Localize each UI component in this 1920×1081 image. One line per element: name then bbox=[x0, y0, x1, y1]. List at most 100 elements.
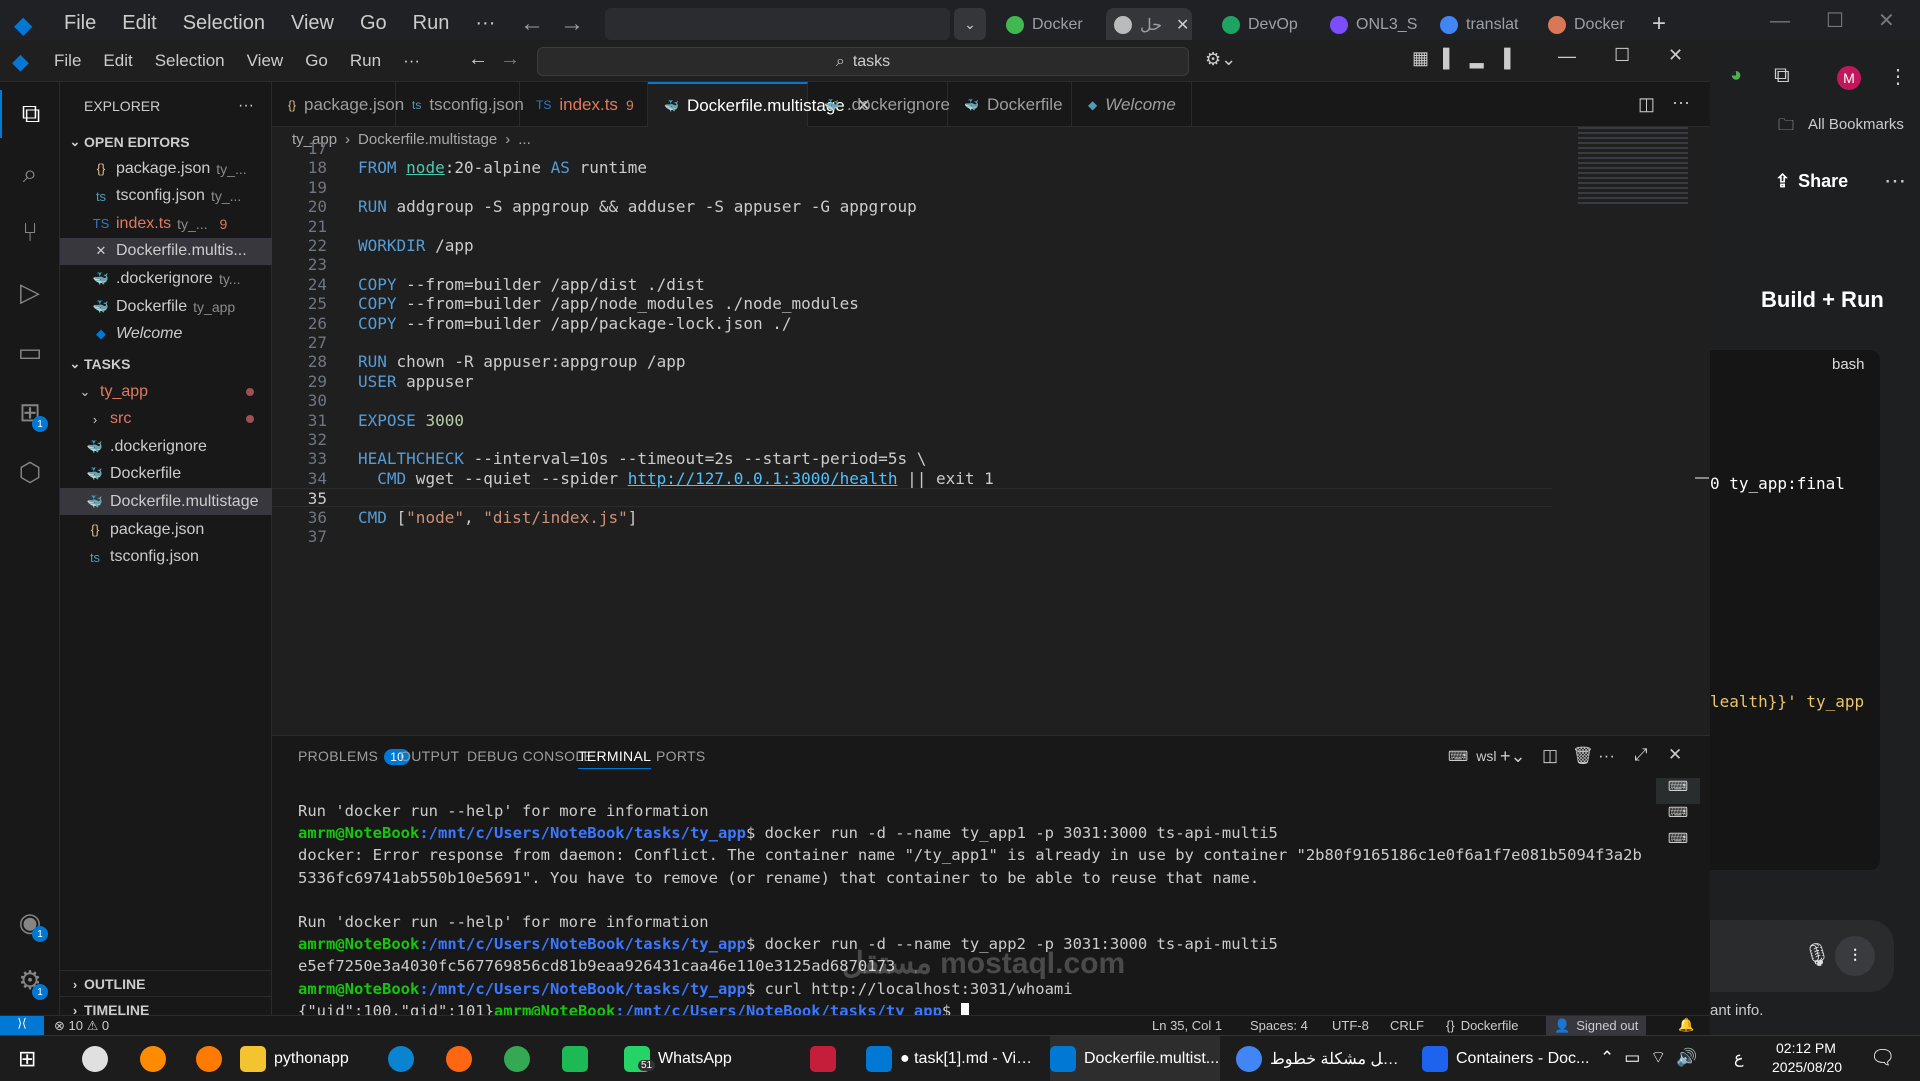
problems-status[interactable]: ⊗ 10 ⚠ 0 bbox=[54, 1018, 109, 1034]
code-editor[interactable]: ty_app › Dockerfile.multistage ›... 17 18 FRO… bbox=[272, 127, 1710, 735]
tab-search-icon[interactable]: ⌄ bbox=[954, 8, 986, 40]
microphone-icon[interactable]: 🎙 bbox=[1803, 942, 1831, 968]
clock-date[interactable]: 2025/08/20 bbox=[1772, 1059, 1842, 1075]
taskbar-app[interactable] bbox=[810, 1036, 836, 1081]
editor-tab[interactable]: 🐳 Dockerfile bbox=[948, 82, 1072, 127]
explorer-more-icon[interactable]: ··· bbox=[238, 97, 254, 115]
taskbar-app[interactable]: حل مشكلة خطوط ... bbox=[1236, 1036, 1406, 1081]
kebab-menu-icon[interactable]: ⋮ bbox=[1888, 64, 1908, 89]
panel-tab[interactable]: TERMINAL bbox=[578, 748, 652, 769]
open-editor-item[interactable]: {} package.json ty_... bbox=[60, 155, 272, 182]
terminal-instance-icon[interactable]: ⌨ bbox=[1656, 830, 1700, 856]
close-panel-icon[interactable]: ✕ bbox=[1668, 745, 1682, 765]
vscode-menu-item[interactable]: Run bbox=[350, 51, 381, 71]
manage-gear-icon[interactable]: ⚙ 1 bbox=[0, 956, 60, 1004]
vscode-menu-item[interactable]: File bbox=[54, 51, 81, 71]
panel-tab[interactable]: PORTS bbox=[656, 748, 705, 764]
open-editor-item[interactable]: TS index.ts ty_... 9 bbox=[60, 210, 272, 237]
browser-menu-item[interactable]: Go bbox=[360, 12, 387, 35]
browser-menu-item[interactable]: View bbox=[291, 12, 334, 35]
accounts-icon[interactable]: ◉ 1 bbox=[0, 898, 60, 946]
nav-forward-icon[interactable]: → bbox=[500, 48, 520, 71]
vscode-menu-item[interactable]: View bbox=[247, 51, 284, 71]
panel-tab[interactable]: PROBLEMS 10 bbox=[298, 748, 411, 765]
run-debug-icon[interactable]: ▷ bbox=[0, 268, 60, 316]
editor-more-icon[interactable]: ··· bbox=[1672, 92, 1690, 113]
split-terminal-icon[interactable]: ◫ bbox=[1542, 746, 1558, 766]
extension-icon[interactable]: ◕ bbox=[1730, 64, 1742, 87]
copilot-icon[interactable]: ⚙⌄ bbox=[1205, 49, 1236, 70]
new-terminal-icon[interactable]: +⌄ bbox=[1500, 746, 1526, 767]
all-bookmarks[interactable]: All Bookmarks bbox=[1808, 116, 1904, 133]
account-status[interactable]: 👤 Signed out bbox=[1546, 1016, 1647, 1036]
panel-more-icon[interactable]: ··· bbox=[1598, 746, 1615, 766]
vscode-menu-item[interactable]: ··· bbox=[403, 51, 420, 71]
browser-menu-item[interactable]: Edit bbox=[122, 12, 156, 35]
open-editors-section[interactable]: ⌄ OPEN EDITORS bbox=[60, 128, 272, 155]
browser-tab[interactable]: ONL3_S bbox=[1330, 8, 1426, 42]
editor-tab[interactable]: ts tsconfig.json bbox=[396, 82, 524, 127]
browser-address-bar[interactable] bbox=[605, 8, 950, 40]
outline-section[interactable]: › OUTLINE bbox=[60, 970, 272, 997]
taskbar-app[interactable] bbox=[446, 1036, 472, 1081]
notifications-icon[interactable]: 🔔 bbox=[1678, 1017, 1694, 1033]
tasks-section[interactable]: ⌄ TASKS bbox=[60, 350, 272, 377]
search-view-icon[interactable]: ⌕ bbox=[0, 150, 60, 198]
taskbar-app[interactable] bbox=[388, 1036, 414, 1081]
cursor-position[interactable]: Ln 35, Col 1 bbox=[1152, 1018, 1222, 1033]
taskbar-app[interactable] bbox=[196, 1036, 222, 1081]
browser-menu-item[interactable]: Run bbox=[413, 12, 450, 35]
taskbar-app[interactable] bbox=[140, 1036, 166, 1081]
taskbar-app[interactable]: Dockerfile.multist... bbox=[1050, 1036, 1220, 1081]
remote-explorer-icon[interactable]: ▭ bbox=[0, 328, 60, 376]
file-type-icon[interactable]: ✕ bbox=[92, 243, 110, 259]
terminal-instance-icon[interactable]: ⌨ bbox=[1656, 778, 1700, 804]
forward-arrow-icon[interactable]: → bbox=[560, 10, 584, 38]
vscode-menu-item[interactable]: Edit bbox=[103, 51, 132, 71]
editor-tab[interactable]: TS index.ts 9 bbox=[520, 82, 648, 127]
taskbar-app[interactable]: pythonapp bbox=[240, 1036, 360, 1081]
taskbar-app[interactable] bbox=[504, 1036, 530, 1081]
editor-tab[interactable]: 🐳 .dockerignore bbox=[808, 82, 950, 127]
panel-tab[interactable]: OUTPUT bbox=[400, 748, 459, 764]
tree-item[interactable]: 🐳 Dockerfile.multistage bbox=[60, 488, 272, 516]
layout-icons[interactable]: ▦▌▂▐ bbox=[1412, 48, 1524, 69]
windows-start-icon[interactable]: ⊞ bbox=[18, 1046, 36, 1072]
line-ending[interactable]: CRLF bbox=[1390, 1018, 1424, 1033]
tree-item[interactable]: › src bbox=[60, 406, 272, 433]
editor-tab[interactable]: 🐳 Dockerfile.multistage ✕ bbox=[648, 82, 871, 127]
taskbar-app[interactable]: WhatsApp 51 bbox=[624, 1036, 794, 1081]
terminal-shell-selector[interactable]: ⌨ wsl bbox=[1448, 748, 1496, 765]
clock-time[interactable]: 02:12 PM bbox=[1776, 1040, 1836, 1056]
taskbar-app[interactable]: ● task[1].md - Vis... bbox=[866, 1036, 1036, 1081]
profile-avatar[interactable]: M bbox=[1837, 66, 1861, 90]
vscode-close-icon[interactable]: ✕ bbox=[1668, 45, 1683, 66]
new-tab-button[interactable]: + bbox=[1652, 10, 1666, 38]
more-options-icon[interactable]: ⋯ bbox=[1884, 168, 1906, 194]
tree-item[interactable]: ⌄ ty_app bbox=[60, 378, 272, 405]
panel-tab[interactable]: DEBUG CONSOLE bbox=[467, 748, 593, 764]
back-arrow-icon[interactable]: ← bbox=[520, 10, 544, 38]
docker-icon[interactable]: ⬡ bbox=[0, 448, 60, 496]
share-button[interactable]: ⇪ Share bbox=[1775, 171, 1848, 192]
browser-tab[interactable]: Docker bbox=[1548, 8, 1644, 42]
taskbar-app[interactable]: Containers - Doc... bbox=[1422, 1036, 1592, 1081]
terminal-instance-icon[interactable]: ⌨ bbox=[1656, 804, 1700, 830]
vscode-maximize-icon[interactable]: ☐ bbox=[1614, 45, 1630, 66]
tree-item[interactable]: ts tsconfig.json bbox=[60, 544, 272, 571]
system-tray-icons[interactable]: ⌃▭⌔🔊 bbox=[1600, 1047, 1707, 1068]
notification-center-icon[interactable]: 🗨 bbox=[1870, 1045, 1895, 1070]
vscode-minimize-icon[interactable]: — bbox=[1558, 46, 1576, 67]
vscode-menu-item[interactable]: Selection bbox=[155, 51, 225, 71]
open-editor-item[interactable]: 🐳 .dockerignore ty... bbox=[60, 265, 272, 292]
tree-item[interactable]: 🐳 Dockerfile bbox=[60, 461, 272, 488]
taskbar-app[interactable] bbox=[82, 1036, 108, 1081]
indentation[interactable]: Spaces: 4 bbox=[1250, 1018, 1308, 1033]
language-mode[interactable]: {} Dockerfile bbox=[1446, 1018, 1518, 1033]
vscode-menu-item[interactable]: Go bbox=[305, 51, 328, 71]
editor-tab[interactable]: {} package.json bbox=[272, 82, 404, 127]
remote-indicator[interactable]: ⟩⟨ bbox=[0, 1016, 44, 1036]
close-tab-icon[interactable]: ✕ bbox=[1176, 15, 1189, 35]
puzzle-icon[interactable]: ⧉ bbox=[1774, 62, 1790, 88]
browser-menu-item[interactable]: ··· bbox=[475, 12, 495, 35]
